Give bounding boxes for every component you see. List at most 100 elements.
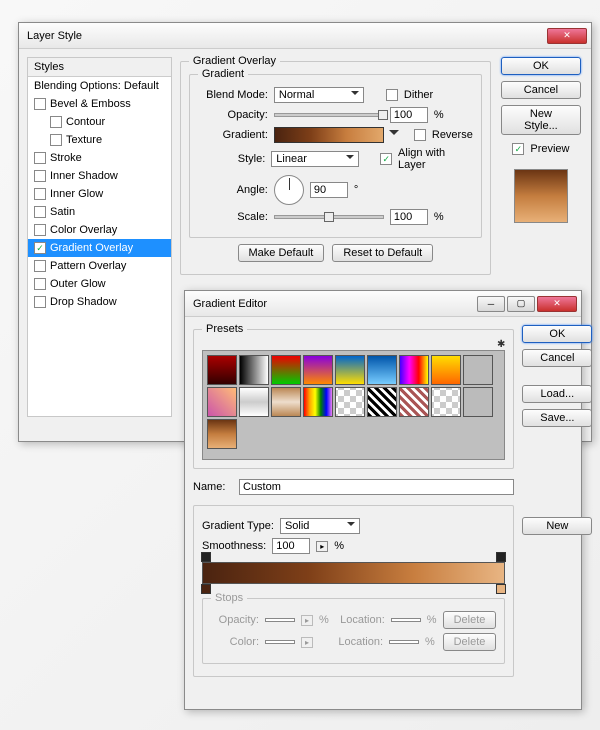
preset-swatch[interactable] (239, 355, 269, 385)
new-button[interactable]: New (522, 517, 592, 535)
style-item-gradient-overlay[interactable]: Gradient Overlay (28, 239, 171, 257)
chevron-right-icon[interactable]: ▸ (316, 541, 328, 552)
style-item-texture[interactable]: Texture (28, 131, 171, 149)
checkbox[interactable] (34, 152, 46, 164)
gradient-editor-titlebar[interactable]: Gradient Editor ─ ▢ ✕ (185, 291, 581, 317)
style-dropdown[interactable]: Linear (271, 151, 359, 167)
opacity-input[interactable]: 100 (390, 107, 428, 123)
color-stop[interactable] (201, 584, 211, 594)
checkbox[interactable] (50, 134, 62, 146)
cancel-button[interactable]: Cancel (522, 349, 592, 367)
layer-style-titlebar[interactable]: Layer Style ✕ (19, 23, 591, 49)
style-item-satin[interactable]: Satin (28, 203, 171, 221)
style-item-drop-shadow[interactable]: Drop Shadow (28, 293, 171, 311)
reverse-label: Reverse (432, 129, 473, 141)
make-default-button[interactable]: Make Default (238, 244, 325, 262)
checkbox[interactable] (34, 98, 46, 110)
ok-button[interactable]: OK (501, 57, 581, 75)
preset-swatch[interactable] (335, 355, 365, 385)
ok-button[interactable]: OK (522, 325, 592, 343)
preset-swatch[interactable] (399, 355, 429, 385)
style-item-stroke[interactable]: Stroke (28, 149, 171, 167)
preset-swatch[interactable] (431, 355, 461, 385)
style-item-bevel[interactable]: Bevel & Emboss (28, 95, 171, 113)
stop-color-swatch (265, 640, 295, 644)
style-item-outer-glow[interactable]: Outer Glow (28, 275, 171, 293)
style-item-inner-shadow[interactable]: Inner Shadow (28, 167, 171, 185)
stop-location-input (389, 640, 419, 644)
preset-swatch[interactable] (367, 387, 397, 417)
chevron-right-icon: ▸ (301, 637, 313, 648)
styles-header[interactable]: Styles (28, 58, 171, 77)
smoothness-input[interactable]: 100 (272, 538, 310, 554)
dither-checkbox[interactable] (386, 89, 398, 101)
name-input[interactable] (239, 479, 514, 495)
preset-swatch[interactable] (335, 387, 365, 417)
opacity-slider[interactable] (274, 113, 384, 117)
angle-wheel[interactable] (274, 175, 304, 205)
preset-swatch[interactable] (399, 387, 429, 417)
preset-grid[interactable] (202, 350, 505, 460)
preset-swatch[interactable] (207, 355, 237, 385)
preset-swatch[interactable] (271, 355, 301, 385)
dither-label: Dither (404, 89, 433, 101)
cancel-button[interactable]: Cancel (501, 81, 581, 99)
color-stop[interactable] (496, 584, 506, 594)
close-icon[interactable]: ✕ (537, 296, 577, 312)
save-button[interactable]: Save... (522, 409, 592, 427)
scale-slider[interactable] (274, 215, 384, 219)
minimize-icon[interactable]: ─ (477, 296, 505, 312)
name-label: Name: (193, 481, 233, 493)
checkbox[interactable] (34, 188, 46, 200)
styles-list: Styles Blending Options: Default Bevel &… (27, 57, 172, 417)
preset-swatch[interactable] (431, 387, 461, 417)
opacity-stop[interactable] (201, 552, 211, 562)
checkbox[interactable] (34, 224, 46, 236)
gradient-legend: Gradient (198, 68, 248, 80)
preset-swatch[interactable] (207, 387, 237, 417)
style-item-contour[interactable]: Contour (28, 113, 171, 131)
style-item-pattern-overlay[interactable]: Pattern Overlay (28, 257, 171, 275)
reverse-checkbox[interactable] (414, 129, 426, 141)
new-style-button[interactable]: New Style... (501, 105, 581, 135)
close-icon[interactable]: ✕ (547, 28, 587, 44)
gradient-editor-dialog: Gradient Editor ─ ▢ ✕ Presets (184, 290, 582, 710)
checkbox[interactable] (34, 242, 46, 254)
load-button[interactable]: Load... (522, 385, 592, 403)
gradient-bar[interactable] (202, 562, 505, 584)
angle-input[interactable]: 90 (310, 182, 348, 198)
style-item-color-overlay[interactable]: Color Overlay (28, 221, 171, 239)
blend-mode-dropdown[interactable]: Normal (274, 87, 364, 103)
gear-icon[interactable] (497, 338, 505, 350)
preset-swatch[interactable] (207, 419, 237, 449)
blend-mode-label: Blend Mode: (198, 89, 268, 101)
opacity-stop[interactable] (496, 552, 506, 562)
stops-legend: Stops (211, 592, 247, 604)
blending-options-item[interactable]: Blending Options: Default (28, 77, 171, 95)
preset-swatch[interactable] (271, 387, 301, 417)
style-item-inner-glow[interactable]: Inner Glow (28, 185, 171, 203)
preset-swatch[interactable] (463, 355, 493, 385)
checkbox[interactable] (34, 278, 46, 290)
scale-input[interactable]: 100 (390, 209, 428, 225)
preview-checkbox[interactable] (512, 143, 524, 155)
gradient-type-dropdown[interactable]: Solid (280, 518, 360, 534)
maximize-icon[interactable]: ▢ (507, 296, 535, 312)
layer-style-title: Layer Style (27, 30, 545, 42)
gradient-preview[interactable] (274, 127, 384, 143)
preset-swatch[interactable] (463, 387, 493, 417)
checkbox[interactable] (34, 296, 46, 308)
preset-swatch[interactable] (303, 355, 333, 385)
presets-group: Presets (193, 329, 514, 469)
checkbox[interactable] (34, 206, 46, 218)
checkbox[interactable] (50, 116, 62, 128)
checkbox[interactable] (34, 260, 46, 272)
align-checkbox[interactable] (380, 153, 392, 165)
preset-swatch[interactable] (239, 387, 269, 417)
stop-location-label: Location: (335, 614, 385, 626)
reset-default-button[interactable]: Reset to Default (332, 244, 433, 262)
preset-swatch[interactable] (303, 387, 333, 417)
stop-opacity-label: Opacity: (211, 614, 259, 626)
preset-swatch[interactable] (367, 355, 397, 385)
checkbox[interactable] (34, 170, 46, 182)
